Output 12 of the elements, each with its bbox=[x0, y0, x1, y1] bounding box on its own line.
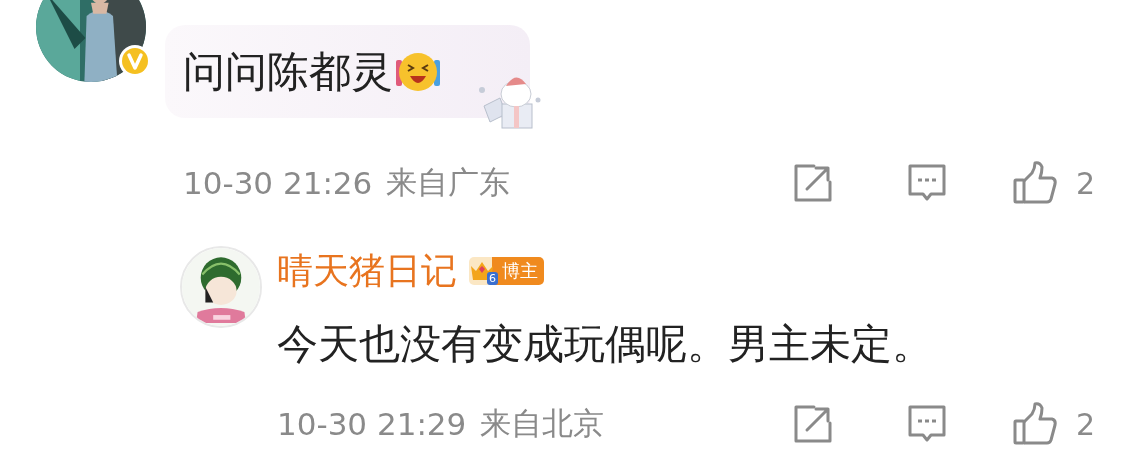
author-name[interactable]: 晴天猪日记 bbox=[277, 246, 457, 296]
comment-text: 问问陈都灵 bbox=[183, 45, 393, 98]
like-button[interactable]: 2 bbox=[1011, 161, 1095, 205]
thumbs-up-icon bbox=[1011, 161, 1058, 205]
blogger-badge: 6 博主 bbox=[469, 257, 544, 285]
thumbs-up-icon bbox=[1011, 402, 1058, 446]
comment-time: 10-30 21:26 bbox=[183, 165, 373, 201]
like-button[interactable]: 2 bbox=[1011, 402, 1095, 446]
comment-location: 来自北京 bbox=[480, 404, 605, 443]
reply-text: 今天也没有变成玩偶呢。男主未定。 bbox=[277, 319, 934, 370]
comment-location: 来自广东 bbox=[386, 163, 511, 202]
comment-time: 10-30 21:29 bbox=[277, 406, 467, 442]
